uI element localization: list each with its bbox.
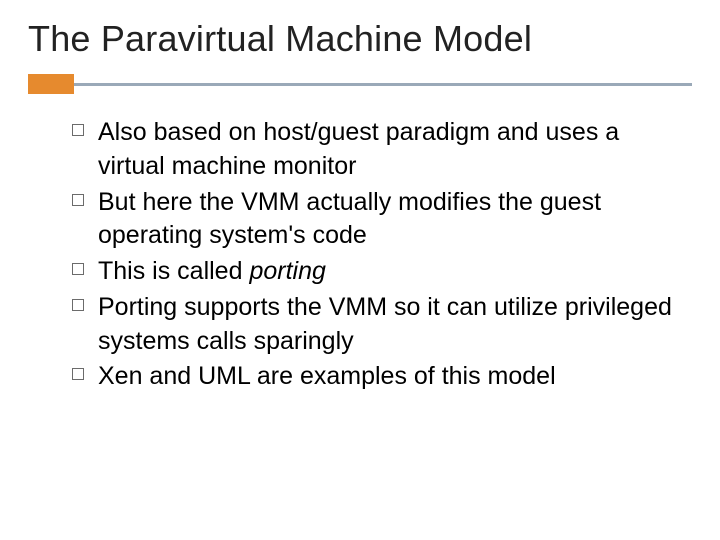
bullet-text-pre: This is called	[98, 257, 249, 285]
bullet-square-icon	[72, 368, 84, 380]
list-item: Porting supports the VMM so it can utili…	[72, 291, 682, 359]
divider-line	[74, 83, 692, 86]
bullet-list: Also based on host/guest paradigm and us…	[28, 116, 692, 394]
bullet-square-icon	[72, 194, 84, 206]
list-item: But here the VMM actually modifies the g…	[72, 186, 682, 254]
bullet-square-icon	[72, 124, 84, 136]
slide-title: The Paravirtual Machine Model	[28, 18, 692, 60]
bullet-text: But here the VMM actually modifies the g…	[98, 186, 682, 254]
bullet-text: Xen and UML are examples of this model	[98, 360, 556, 394]
list-item: Xen and UML are examples of this model	[72, 360, 682, 394]
list-item: This is called porting	[72, 255, 682, 289]
bullet-text-em: porting	[249, 257, 325, 285]
bullet-square-icon	[72, 263, 84, 275]
title-rule	[28, 74, 692, 94]
slide: The Paravirtual Machine Model Also based…	[0, 0, 720, 540]
bullet-text: Porting supports the VMM so it can utili…	[98, 291, 682, 359]
accent-block	[28, 74, 74, 94]
bullet-text: This is called porting	[98, 255, 326, 289]
bullet-square-icon	[72, 299, 84, 311]
bullet-text: Also based on host/guest paradigm and us…	[98, 116, 682, 184]
list-item: Also based on host/guest paradigm and us…	[72, 116, 682, 184]
